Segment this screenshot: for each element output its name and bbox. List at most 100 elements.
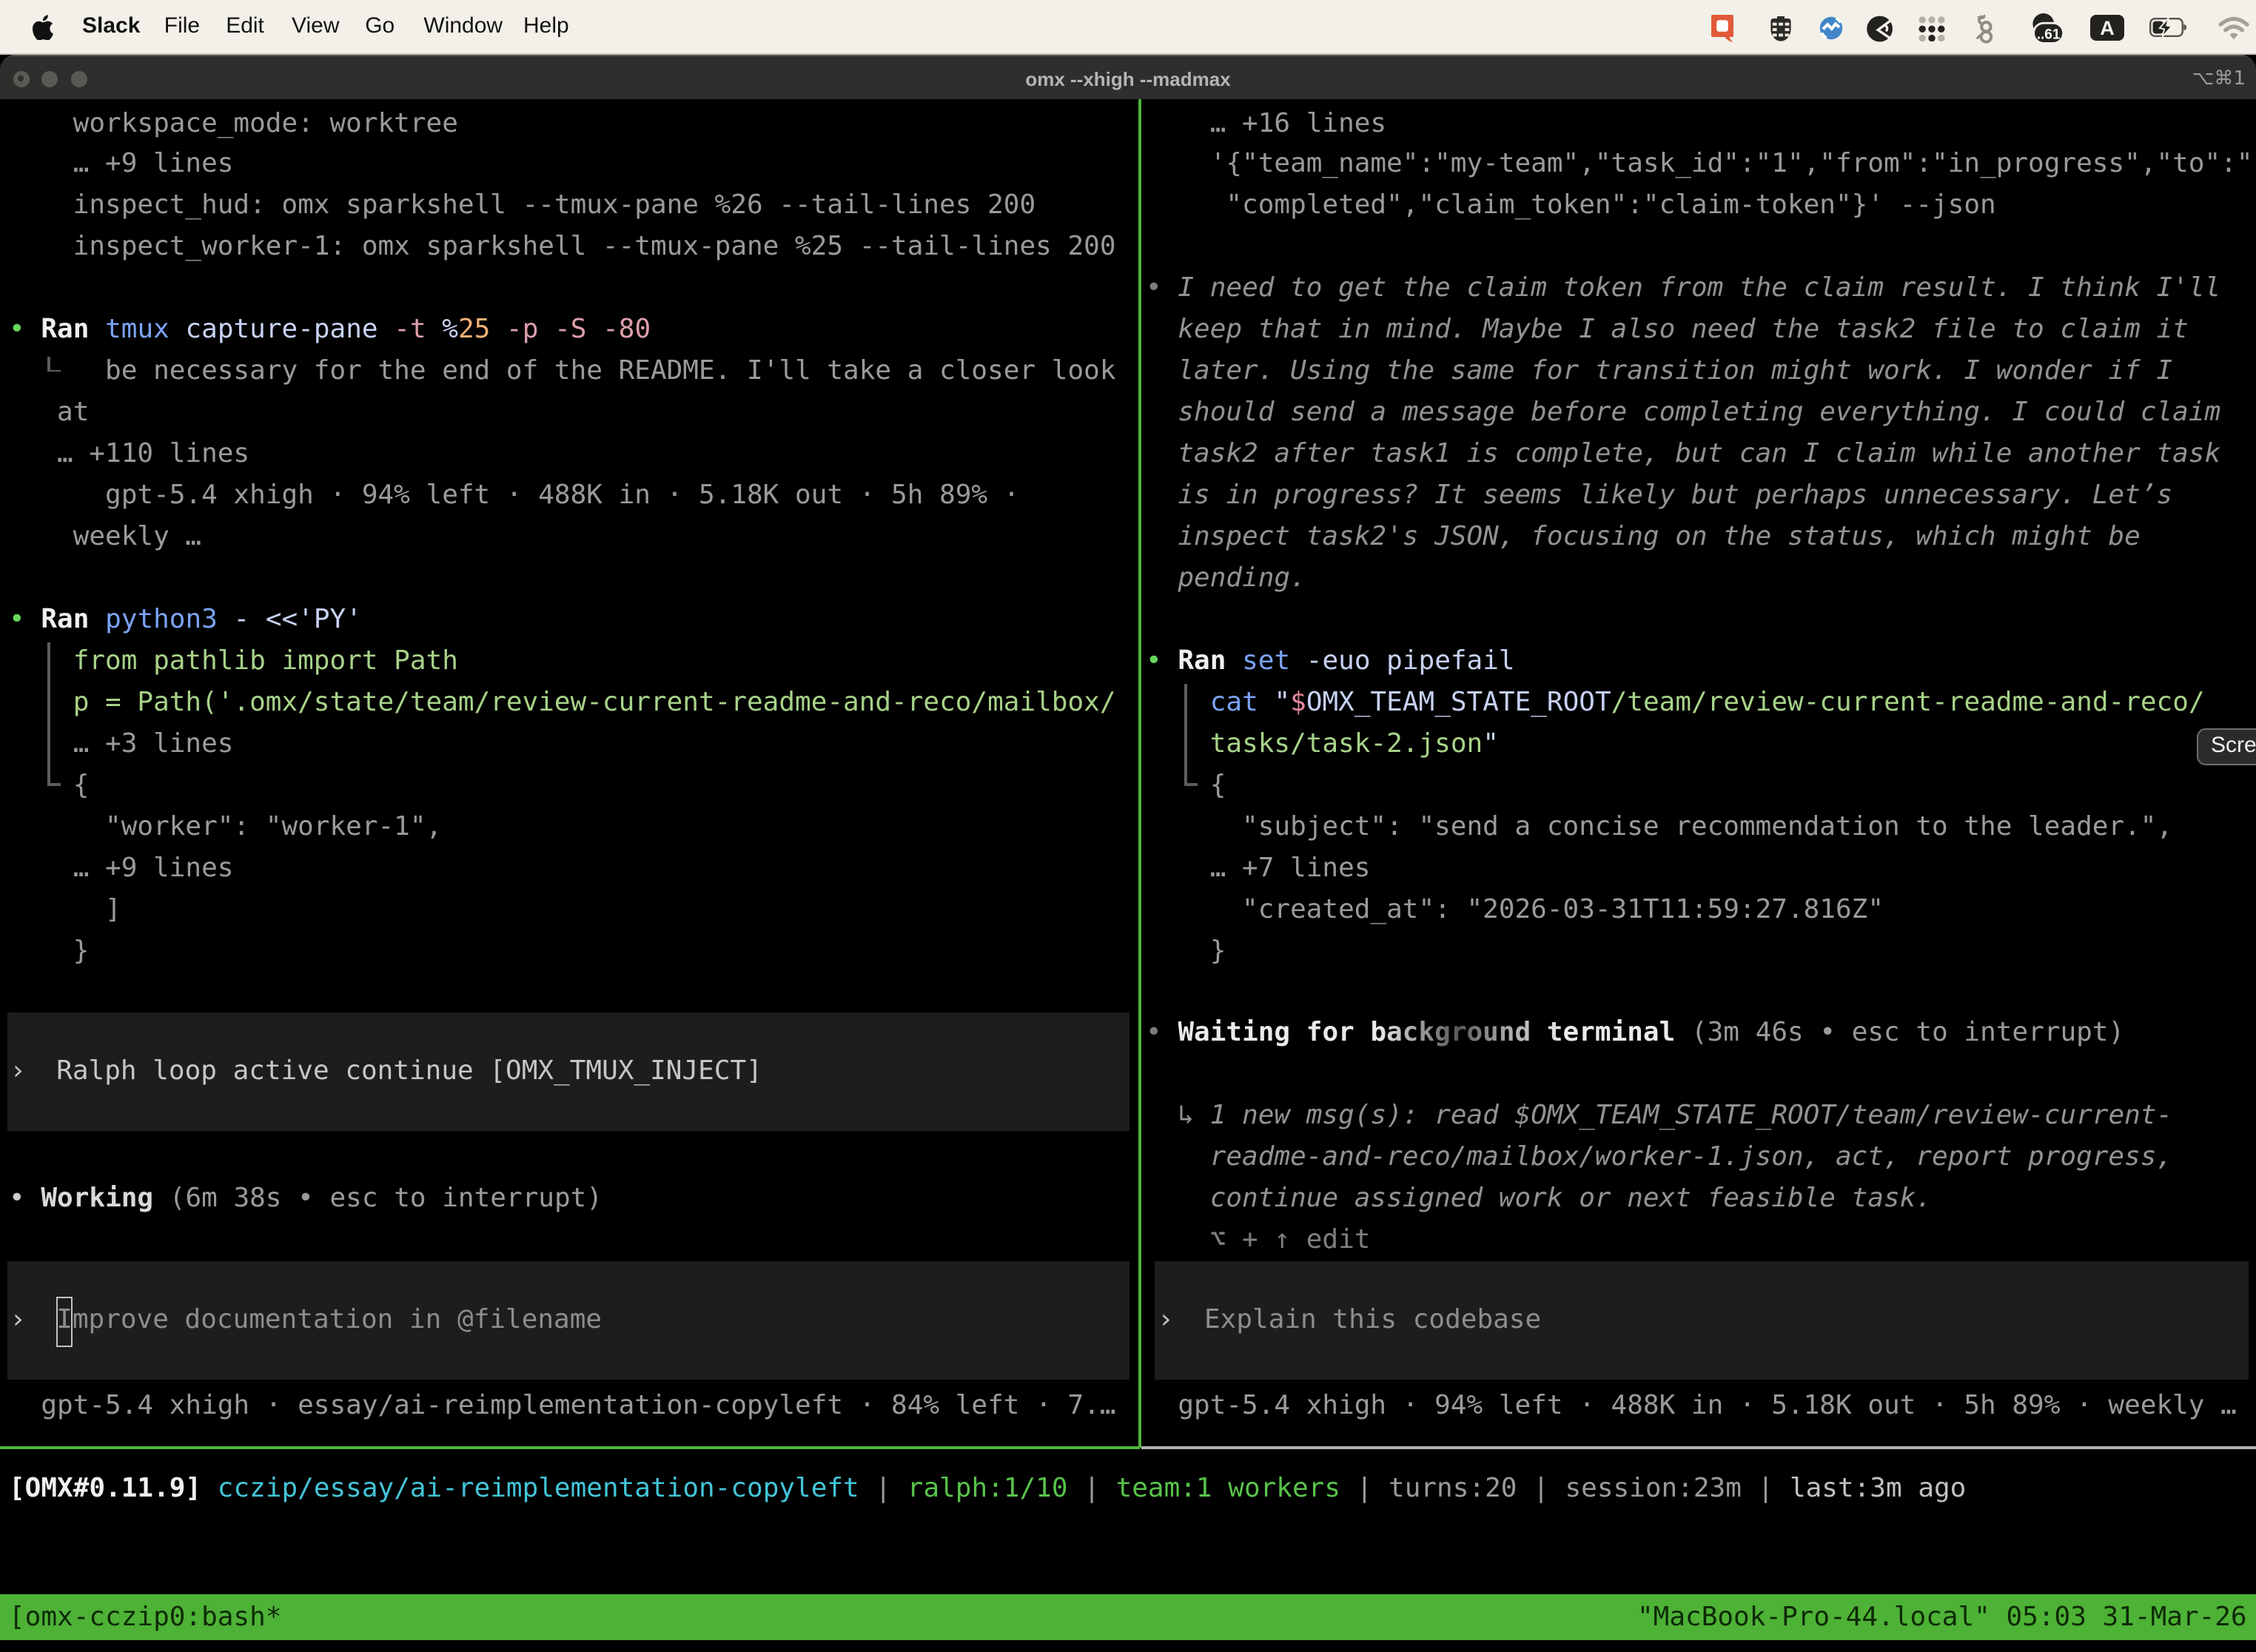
dragon-vpn-menubar-icon[interactable] bbox=[1976, 13, 1995, 44]
left-pane-input-box[interactable]: ›Improve documentation in @filename bbox=[7, 1261, 1129, 1380]
fold-line: … +110 lines bbox=[9, 434, 249, 475]
text-segment bbox=[1146, 687, 1210, 718]
output-line: inspect_hud: omx sparkshell --tmux-pane … bbox=[9, 186, 1035, 227]
svg-text:..61: ..61 bbox=[2037, 26, 2061, 41]
menu-go[interactable]: Go bbox=[365, 0, 395, 53]
text-segment: "subject": "send a concise recommendatio… bbox=[1146, 810, 2172, 842]
text-segment: gpt-5.4 xhigh · essay/ai-reimplementatio… bbox=[9, 1390, 1116, 1421]
fold-line: … +3 lines bbox=[9, 724, 233, 765]
new-message-line: readme-and-reco/mailbox/worker-1.json, a… bbox=[1146, 1138, 2172, 1179]
text-segment: inspect_hud: omx sparkshell --tmux-pane … bbox=[9, 190, 1035, 221]
text-segment: session:23m bbox=[1565, 1474, 1741, 1505]
text-segment: "completed","claim_token":"claim-token"}… bbox=[1146, 190, 1996, 221]
output-line: gpt-5.4 xhigh · 94% left · 488K in · 5.1… bbox=[9, 475, 1019, 517]
fold-line: … +9 lines bbox=[9, 847, 233, 889]
text-segment: last:3m ago bbox=[1790, 1474, 1966, 1505]
ran-command-line: • Ran tmux capture-pane -t %25 -p -S -80 bbox=[9, 310, 651, 352]
text-segment: tasks/task-2.json bbox=[1210, 728, 1483, 759]
text-segment: team:1 workers bbox=[1116, 1474, 1340, 1505]
output-line: at bbox=[9, 392, 89, 434]
output-line: } bbox=[9, 930, 89, 972]
text-segment: should send a message before completing … bbox=[1146, 397, 2220, 428]
tmux-terminal[interactable]: workspace_mode: worktree … +9 lines insp… bbox=[0, 99, 2256, 1652]
text-segment: Ran bbox=[1178, 645, 1226, 676]
text-segment: workspace_mode: worktree bbox=[9, 107, 458, 138]
menu-edit[interactable]: Edit bbox=[226, 0, 264, 53]
menu-help[interactable]: Help bbox=[523, 0, 569, 53]
text-segment: weekly … bbox=[9, 521, 201, 552]
chat-app-menubar-icon[interactable] bbox=[1711, 15, 1735, 43]
thinking-line: inspect task2's JSON, focusing on the st… bbox=[1146, 517, 2141, 558]
text-segment: capture-pane bbox=[169, 315, 378, 346]
right-pane-input-box[interactable]: ›Explain this codebase bbox=[1155, 1261, 2249, 1380]
text-segment: Working bbox=[41, 1183, 153, 1214]
text-segment: [OMX#0.11.9] bbox=[9, 1474, 201, 1505]
tmux-pane-divider[interactable] bbox=[1138, 99, 1141, 1448]
text-segment: "created_at": "2026-03-31T11:59:27.816Z" bbox=[1146, 893, 1884, 924]
prompt-chevron-icon: › bbox=[10, 1052, 26, 1093]
text-segment: ] bbox=[9, 893, 121, 924]
output-line: workspace_mode: worktree bbox=[9, 103, 458, 144]
text-segment: " bbox=[1483, 728, 1499, 759]
recorder-disc-menubar-icon[interactable] bbox=[1866, 15, 1893, 43]
text-segment: ⌥ + ↑ edit bbox=[1146, 1224, 1370, 1255]
text-segment: ↳ bbox=[1146, 1101, 1210, 1132]
timer-badge-menubar-icon[interactable]: ..61 bbox=[2031, 13, 2064, 44]
text-segment: keep that in mind. Maybe I also need the… bbox=[1146, 315, 2189, 346]
text-segment bbox=[89, 604, 105, 635]
text-segment bbox=[1258, 687, 1275, 718]
menu-view[interactable]: View bbox=[292, 0, 340, 53]
text-segment: '{"team_name":"my-team","task_id":"1","f… bbox=[1146, 149, 2253, 180]
output-line: inspect_worker-1: omx sparkshell --tmux-… bbox=[9, 227, 1116, 269]
pulse-badge-menubar-icon[interactable] bbox=[1819, 16, 1843, 39]
output-line: '{"team_name":"my-team","task_id":"1","f… bbox=[1146, 144, 2253, 186]
text-segment: pending. bbox=[1146, 563, 1306, 594]
menu-file[interactable]: File bbox=[164, 0, 200, 53]
text-segment: 25 bbox=[458, 315, 490, 346]
text-segment: inspect_worker-1: omx sparkshell --tmux-… bbox=[9, 232, 1116, 263]
text-segment: OMX_TEAM_STATE_ROOT bbox=[1306, 687, 1611, 718]
left-pane-injected-prompt-box[interactable]: ›Ralph loop active continue [OMX_TMUX_IN… bbox=[7, 1013, 1129, 1132]
output-connector-line bbox=[1185, 684, 1187, 786]
window-titlebar[interactable]: omx --xhigh --madmax ⌥⌘1 bbox=[0, 55, 2256, 99]
text-segment: -p bbox=[490, 315, 538, 346]
text-segment: … +7 lines bbox=[1146, 852, 1370, 883]
menu-app-name[interactable]: Slack bbox=[82, 0, 140, 53]
fold-line: … +9 lines bbox=[9, 144, 233, 186]
text-segment: } bbox=[1146, 935, 1226, 966]
text-segment: • bbox=[9, 315, 41, 346]
input-source-menubar-icon[interactable]: A bbox=[2089, 15, 2124, 41]
text-segment: • bbox=[9, 604, 41, 635]
text-segment: /team/review-current-readme-and-reco/ bbox=[1611, 687, 2205, 718]
screen-sharing-button[interactable]: Scre bbox=[2196, 728, 2256, 765]
text-segment: Ran bbox=[41, 604, 89, 635]
tmux-pane-border-right bbox=[1141, 1446, 2256, 1449]
thinking-line: is in progress? It seems likely but perh… bbox=[1146, 475, 2172, 517]
window-title: omx --xhigh --madmax bbox=[0, 56, 2256, 101]
text-segment: Waiting for background terminal bbox=[1178, 1018, 1675, 1049]
dots-grid-menubar-icon[interactable] bbox=[1918, 16, 1944, 41]
text-segment: Ran bbox=[41, 315, 89, 346]
model-status-line: gpt-5.4 xhigh · 94% left · 488K in · 5.1… bbox=[1146, 1386, 2237, 1427]
text-segment bbox=[201, 1474, 218, 1505]
shield-grid-menubar-icon[interactable] bbox=[1768, 16, 1792, 43]
omx-status-line: [OMX#0.11.9] cczip/essay/ai-reimplementa… bbox=[9, 1469, 1966, 1511]
text-segment: … +16 lines bbox=[1146, 107, 1386, 138]
text-segment: "worker": "worker-1", bbox=[9, 810, 442, 842]
text-segment: continue assigned work or next feasible … bbox=[1146, 1183, 1932, 1214]
output-line: "completed","claim_token":"claim-token"}… bbox=[1146, 186, 1996, 227]
text-segment: gpt-5.4 xhigh · 94% left · 488K in · 5.1… bbox=[9, 480, 1019, 511]
text-segment: cczip/essay/ai-reimplementation-copyleft bbox=[218, 1474, 859, 1505]
wifi-menubar-icon[interactable] bbox=[2218, 16, 2250, 40]
text-segment bbox=[1226, 645, 1242, 676]
text-segment bbox=[89, 315, 105, 346]
text-segment: % bbox=[426, 315, 458, 346]
apple-menu-icon[interactable] bbox=[32, 14, 53, 40]
text-segment: • bbox=[9, 1183, 41, 1214]
text-segment: (6m 38s • esc to interrupt) bbox=[153, 1183, 602, 1214]
thinking-line: should send a message before completing … bbox=[1146, 392, 2220, 434]
battery-charging-menubar-icon[interactable] bbox=[2149, 18, 2189, 37]
menu-window[interactable]: Window bbox=[423, 0, 503, 53]
ran-command-line: • Ran python3 - <<'PY' bbox=[9, 600, 362, 641]
text-segment: 1 new msg(s): read $OMX_TEAM_STATE_ROOT/… bbox=[1210, 1101, 2172, 1132]
